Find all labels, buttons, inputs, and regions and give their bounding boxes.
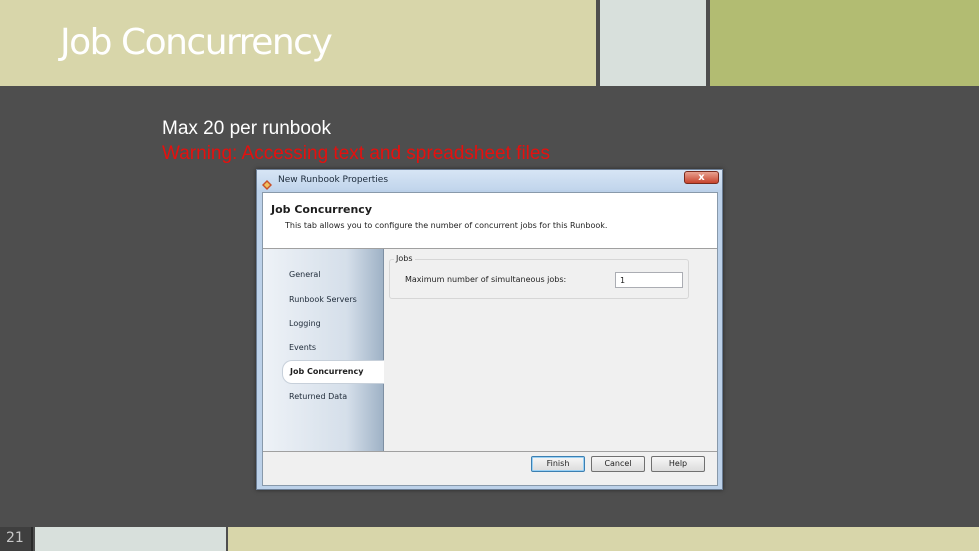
jobs-group: Jobs Maximum number of simultaneous jobs… xyxy=(389,254,689,299)
close-button[interactable]: x xyxy=(684,171,719,184)
dialog-header: Job Concurrency This tab allows you to c… xyxy=(263,193,717,249)
runbook-app-icon xyxy=(262,175,272,190)
nav-item-runbook-servers[interactable]: Runbook Servers xyxy=(289,295,357,304)
slide-number: 21 xyxy=(6,530,24,546)
finish-button[interactable]: Finish xyxy=(531,456,585,472)
header-block-right xyxy=(710,0,979,86)
help-button[interactable]: Help xyxy=(651,456,705,472)
dialog-titlebar[interactable]: New Runbook Properties x xyxy=(257,170,722,190)
jobs-group-label: Jobs xyxy=(394,254,415,263)
footer-block-right xyxy=(228,527,979,551)
footer-divider xyxy=(263,451,717,452)
nav-item-job-concurrency[interactable]: Job Concurrency xyxy=(282,360,385,384)
nav-item-events[interactable]: Events xyxy=(289,343,316,352)
body-text-warning: Warning: Accessing text and spreadsheet … xyxy=(162,143,550,164)
runbook-properties-dialog: New Runbook Properties x Job Concurrency… xyxy=(256,169,723,490)
close-icon: x xyxy=(698,172,705,183)
dialog-header-subtitle: This tab allows you to configure the num… xyxy=(285,221,608,230)
job-concurrency-panel: Jobs Maximum number of simultaneous jobs… xyxy=(384,249,717,451)
header-block-middle xyxy=(600,0,706,86)
body-text-max-jobs: Max 20 per runbook xyxy=(162,118,331,139)
max-jobs-label: Maximum number of simultaneous jobs: xyxy=(405,275,567,284)
nav-item-logging[interactable]: Logging xyxy=(289,319,321,328)
dialog-window-title: New Runbook Properties xyxy=(278,175,389,185)
properties-nav: General Runbook Servers Logging Events J… xyxy=(263,249,385,451)
max-jobs-input[interactable] xyxy=(615,272,683,288)
dialog-body: Job Concurrency This tab allows you to c… xyxy=(262,192,718,486)
dialog-header-title: Job Concurrency xyxy=(271,203,372,216)
nav-item-general[interactable]: General xyxy=(289,270,321,279)
footer-block-middle xyxy=(35,527,226,551)
cancel-button[interactable]: Cancel xyxy=(591,456,645,472)
nav-item-job-concurrency-label: Job Concurrency xyxy=(290,367,364,376)
slide-title: Job Concurrency xyxy=(60,22,333,63)
nav-item-returned-data[interactable]: Returned Data xyxy=(289,392,347,401)
